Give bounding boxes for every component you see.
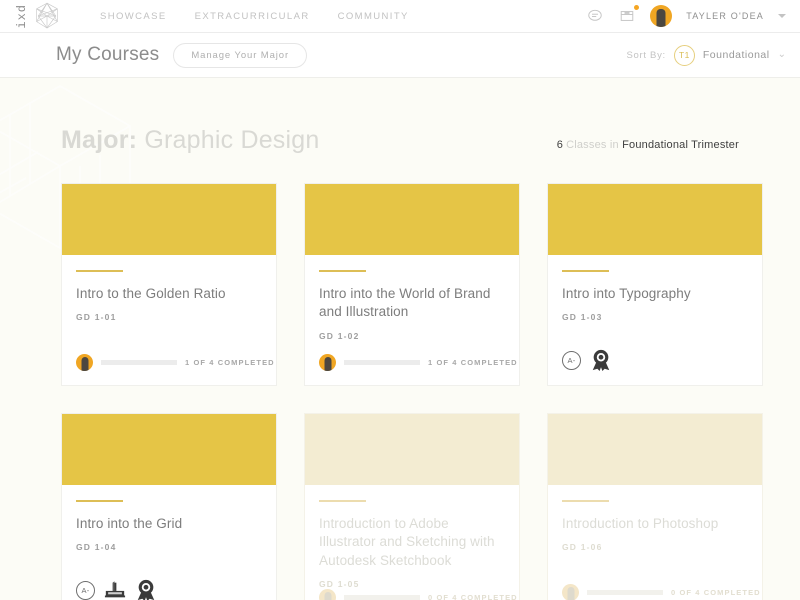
notification-dot [634,5,640,10]
trimester-badge: T1 [673,44,695,66]
course-card-grid: Intro to the Golden Ratio GD 1-01 1 OF 4… [40,155,763,600]
course-code: GD 1-01 [76,312,117,323]
course-code: GD 1-03 [562,312,603,323]
instructor-avatar[interactable] [319,589,336,600]
brand-wordmark: ixd [15,3,29,29]
course-card[interactable]: Intro into Typography GD 1-03 A- [547,183,763,386]
polyhedron-logo-icon [30,0,64,32]
major-name: Graphic Design [144,126,320,154]
class-count-summary: 6 Classes in Foundational Trimester [557,139,739,151]
course-title: Introduction to Adobe Illustrator and Sk… [319,515,495,568]
course-card-body: Introduction to Adobe Illustrator and Sk… [305,485,519,600]
course-card-body: Intro into the Grid GD 1-04 A- [62,485,276,600]
brand-logo[interactable]: ixd [15,0,64,32]
inbox-tray-icon[interactable] [618,5,640,25]
course-card-footer: 1 OF 4 COMPLETED [319,354,517,385]
course-title: Intro to the Golden Ratio [76,285,226,301]
accent-divider [76,500,123,502]
major-title: Major: Graphic Design [61,126,319,155]
course-title: Introduction to Photoshop [562,515,719,531]
username-label[interactable]: TAYLER O'DEA [686,11,764,21]
course-card-body: Intro to the Golden Ratio GD 1-01 1 OF 4… [62,255,276,385]
course-card-banner [305,414,519,485]
sort-value-foundational[interactable]: Foundational [703,49,770,61]
course-card-banner [305,184,519,255]
sort-by-label: Sort By: [626,49,666,61]
accent-divider [562,500,609,502]
course-card-body: Intro into the World of Brand and Illust… [305,255,519,385]
major-header-row: Major: Graphic Design 6 Classes in Founda… [40,78,760,155]
course-card-banner [62,184,276,255]
sort-control: Sort By: T1 Foundational ⌄ [626,44,786,66]
accent-divider [319,270,366,272]
course-code: GD 1-05 [319,579,360,590]
page-subheader: My Courses Manage Your Major Sort By: T1… [0,33,800,78]
progress-bar [344,360,420,365]
class-count-number: 6 [556,139,564,151]
course-code: GD 1-04 [76,542,117,553]
trimester-name: Foundational Trimester [622,139,739,151]
progress-bar [101,360,177,365]
progress-label: 0 OF 4 COMPLETED [428,593,518,600]
page-title: My Courses [56,44,160,65]
course-card-banner [548,184,762,255]
course-card[interactable]: Introduction to Adobe Illustrator and Sk… [304,413,520,600]
progress-label: 1 OF 4 COMPLETED [185,358,275,367]
award-ribbon-icon[interactable] [135,579,157,600]
achievement-badges: A- [76,579,157,600]
top-navigation-bar: ixd SHOWCASE EXTRACURRICULAR COMMUNITY T… [0,0,800,33]
achievement-badges: A- [562,349,612,371]
course-card[interactable]: Intro to the Golden Ratio GD 1-01 1 OF 4… [61,183,277,386]
chat-bubble-icon[interactable] [586,7,604,25]
classes-in-label: Classes in [566,139,619,151]
user-menu-chevron-down-icon[interactable] [778,14,786,18]
accent-divider [562,270,609,272]
instructor-avatar[interactable] [562,584,579,600]
progress-bar [344,595,420,600]
nav-link-extracurricular[interactable]: EXTRACURRICULAR [195,11,310,22]
course-card-footer: 0 OF 4 COMPLETED [562,584,760,600]
course-title: Intro into the Grid [76,515,183,531]
course-card-banner [548,414,762,485]
major-prefix: Major: [61,126,138,154]
sort-chevron-down-icon[interactable]: ⌄ [778,50,786,60]
progress-label: 0 OF 4 COMPLETED [671,588,761,597]
grade-badge-a-minus[interactable]: A- [76,580,95,600]
instructor-avatar[interactable] [319,354,336,371]
user-avatar[interactable] [650,5,673,27]
progress-bar [587,590,663,595]
award-ribbon-icon[interactable] [590,349,612,371]
course-card-footer: 1 OF 4 COMPLETED [76,354,274,385]
accent-divider [76,270,123,272]
course-card-body: Intro into Typography GD 1-03 A- [548,255,762,385]
course-card-footer: A- [76,579,262,600]
first-place-podium-icon[interactable] [104,579,126,600]
course-card[interactable]: Intro into the World of Brand and Illust… [304,183,520,386]
progress-label: 1 OF 4 COMPLETED [428,358,518,367]
course-card-banner [62,414,276,485]
primary-nav-links: SHOWCASE EXTRACURRICULAR COMMUNITY [100,11,409,22]
course-card[interactable]: Introduction to Photoshop GD 1-06 0 OF 4… [547,413,763,600]
nav-link-community[interactable]: COMMUNITY [338,11,409,22]
course-card-body: Introduction to Photoshop GD 1-06 0 OF 4… [548,485,762,600]
grade-badge-a-minus[interactable]: A- [562,350,581,370]
course-code: GD 1-02 [319,330,360,341]
course-title: Intro into the World of Brand and Illust… [319,285,491,320]
nav-link-showcase[interactable]: SHOWCASE [100,11,167,22]
course-card-footer: 0 OF 4 COMPLETED [319,589,517,600]
top-nav-actions: TAYLER O'DEA [586,5,786,27]
course-card[interactable]: Intro into the Grid GD 1-04 A- [61,413,277,600]
course-card-footer: A- [562,349,748,385]
main-content: Major: Graphic Design 6 Classes in Founda… [0,78,800,600]
accent-divider [319,500,366,502]
manage-your-major-button[interactable]: Manage Your Major [173,42,308,68]
course-title: Intro into Typography [562,285,691,301]
course-code: GD 1-06 [562,542,603,553]
instructor-avatar[interactable] [76,354,93,371]
